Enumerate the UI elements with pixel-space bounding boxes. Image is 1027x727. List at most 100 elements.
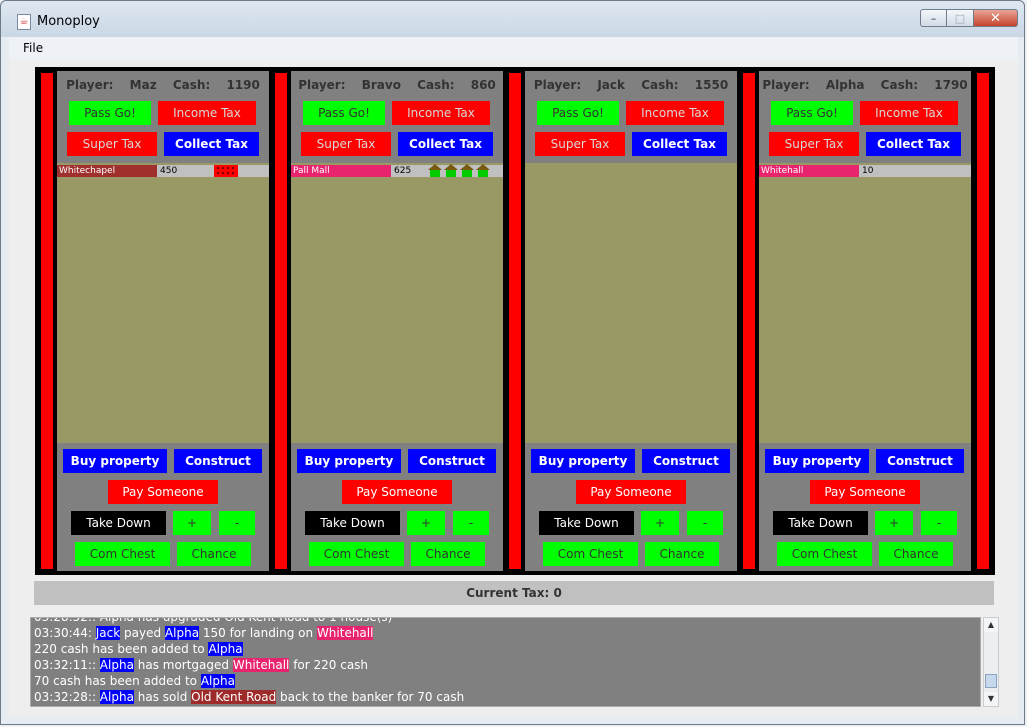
super-tax-button[interactable]: Super Tax bbox=[769, 132, 859, 156]
log-highlight: Alpha bbox=[208, 642, 243, 656]
collect-tax-button[interactable]: Collect Tax bbox=[398, 132, 493, 156]
log-highlight: Jack bbox=[95, 626, 121, 640]
log-highlight: Old Kent Road bbox=[191, 690, 277, 704]
red-divider bbox=[509, 73, 521, 569]
com-chest-button[interactable]: Com Chest bbox=[777, 542, 872, 566]
log-text: 03:32:11:: bbox=[34, 658, 100, 672]
property-row[interactable]: Whitehall 10 bbox=[759, 165, 971, 177]
super-tax-button[interactable]: Super Tax bbox=[535, 132, 625, 156]
client-area: Player: Maz Cash: 1190 Pass Go! Income T… bbox=[9, 59, 1018, 717]
com-chest-button[interactable]: Com Chest bbox=[309, 542, 404, 566]
chance-button[interactable]: Chance bbox=[879, 542, 953, 566]
buy-property-button[interactable]: Buy property bbox=[765, 449, 869, 473]
player-cash: 860 bbox=[470, 78, 496, 92]
collect-tax-button[interactable]: Collect Tax bbox=[632, 132, 727, 156]
super-tax-button[interactable]: Super Tax bbox=[67, 132, 157, 156]
player-cash: 1190 bbox=[226, 78, 260, 92]
take-down-button[interactable]: Take Down bbox=[71, 511, 166, 535]
pay-someone-button[interactable]: Pay Someone bbox=[810, 480, 920, 504]
scroll-up-icon[interactable]: ▲ bbox=[984, 618, 998, 632]
plus-button[interactable]: + bbox=[407, 511, 445, 535]
chance-button[interactable]: Chance bbox=[411, 542, 485, 566]
log-scrollbar[interactable]: ▲ ▼ bbox=[983, 617, 999, 707]
plus-button[interactable]: + bbox=[173, 511, 211, 535]
take-down-button[interactable]: Take Down bbox=[773, 511, 868, 535]
pay-someone-button[interactable]: Pay Someone bbox=[342, 480, 452, 504]
take-down-button[interactable]: Take Down bbox=[305, 511, 400, 535]
property-value: 10 bbox=[862, 166, 874, 176]
player-panel-jack: Player: Jack Cash: 1550 Pass Go! Income … bbox=[525, 71, 737, 571]
player-cash: 1790 bbox=[934, 78, 968, 92]
property-list: Pall Mall 625 bbox=[291, 163, 503, 443]
log-text: payed bbox=[120, 626, 165, 640]
buy-property-button[interactable]: Buy property bbox=[297, 449, 401, 473]
property-value: 625 bbox=[394, 166, 412, 176]
property-list: Whitechapel 450 bbox=[57, 163, 269, 443]
log-line: 03:32:28:: Alpha has sold Old Kent Road … bbox=[34, 689, 464, 705]
minus-button[interactable]: - bbox=[219, 511, 255, 535]
property-list bbox=[525, 163, 737, 443]
app-window: ☕ Monoploy – □ ✕ File Player: Maz Cash: … bbox=[0, 0, 1025, 725]
construct-button[interactable]: Construct bbox=[408, 449, 496, 473]
player-cash: 1550 bbox=[694, 78, 729, 92]
player-header: Player: Bravo Cash: 860 bbox=[298, 78, 496, 92]
pass-go-button[interactable]: Pass Go! bbox=[303, 101, 385, 125]
income-tax-button[interactable]: Income Tax bbox=[626, 101, 724, 125]
income-tax-button[interactable]: Income Tax bbox=[860, 101, 958, 125]
log-text: 03:32:28:: bbox=[34, 690, 100, 704]
event-log[interactable]: 03:28:52:: Alpha has upgraded Old Kent R… bbox=[30, 617, 981, 707]
plus-button[interactable]: + bbox=[641, 511, 679, 535]
hotel-icon bbox=[214, 165, 238, 177]
player-header: Player: Jack Cash: 1550 bbox=[533, 78, 729, 92]
income-tax-button[interactable]: Income Tax bbox=[392, 101, 490, 125]
window-title: Monoploy bbox=[37, 14, 100, 29]
com-chest-button[interactable]: Com Chest bbox=[543, 542, 638, 566]
log-text: has mortgaged bbox=[133, 658, 233, 672]
player-panel-alpha: Player: Alpha Cash: 1790 Pass Go! Income… bbox=[759, 71, 971, 571]
construct-button[interactable]: Construct bbox=[642, 449, 730, 473]
pay-someone-button[interactable]: Pay Someone bbox=[576, 480, 686, 504]
close-button[interactable]: ✕ bbox=[974, 9, 1018, 27]
com-chest-button[interactable]: Com Chest bbox=[75, 542, 170, 566]
property-row[interactable]: Whitechapel 450 bbox=[57, 165, 269, 177]
current-tax-bar: Current Tax: 0 bbox=[34, 581, 994, 605]
take-down-button[interactable]: Take Down bbox=[539, 511, 634, 535]
property-row[interactable]: Pall Mall 625 bbox=[291, 164, 503, 177]
player-name: Maz bbox=[129, 78, 157, 92]
buy-property-button[interactable]: Buy property bbox=[63, 449, 167, 473]
chance-button[interactable]: Chance bbox=[177, 542, 251, 566]
scroll-down-icon[interactable]: ▼ bbox=[984, 692, 998, 706]
collect-tax-button[interactable]: Collect Tax bbox=[164, 132, 259, 156]
property-value: 450 bbox=[160, 166, 178, 176]
log-line: 03:30:44: Jack payed Alpha 150 for landi… bbox=[34, 625, 374, 641]
chance-button[interactable]: Chance bbox=[645, 542, 719, 566]
minus-button[interactable]: - bbox=[453, 511, 489, 535]
menu-bar: File bbox=[9, 37, 1018, 60]
log-text: 70 cash has been added to bbox=[34, 674, 201, 688]
property-name: Whitehall bbox=[759, 165, 859, 177]
pass-go-button[interactable]: Pass Go! bbox=[537, 101, 619, 125]
construct-button[interactable]: Construct bbox=[876, 449, 964, 473]
player-name: Jack bbox=[597, 78, 625, 92]
pass-go-button[interactable]: Pass Go! bbox=[771, 101, 853, 125]
collect-tax-button[interactable]: Collect Tax bbox=[866, 132, 961, 156]
java-cup-icon: ☕ bbox=[17, 14, 31, 30]
minus-button[interactable]: - bbox=[921, 511, 957, 535]
super-tax-button[interactable]: Super Tax bbox=[301, 132, 391, 156]
minimize-button[interactable]: – bbox=[920, 9, 947, 27]
log-text: for 220 cash bbox=[289, 658, 369, 672]
log-highlight: Alpha bbox=[99, 690, 134, 704]
log-text: 150 for landing on bbox=[199, 626, 317, 640]
maximize-button[interactable]: □ bbox=[947, 9, 974, 27]
pay-someone-button[interactable]: Pay Someone bbox=[108, 480, 218, 504]
log-text: has sold bbox=[133, 690, 192, 704]
construct-button[interactable]: Construct bbox=[174, 449, 262, 473]
buy-property-button[interactable]: Buy property bbox=[531, 449, 635, 473]
scroll-thumb[interactable] bbox=[985, 674, 997, 688]
plus-button[interactable]: + bbox=[875, 511, 913, 535]
income-tax-button[interactable]: Income Tax bbox=[158, 101, 256, 125]
pass-go-button[interactable]: Pass Go! bbox=[69, 101, 151, 125]
log-highlight: Whitehall bbox=[316, 626, 374, 640]
menu-file[interactable]: File bbox=[23, 41, 43, 55]
minus-button[interactable]: - bbox=[687, 511, 723, 535]
